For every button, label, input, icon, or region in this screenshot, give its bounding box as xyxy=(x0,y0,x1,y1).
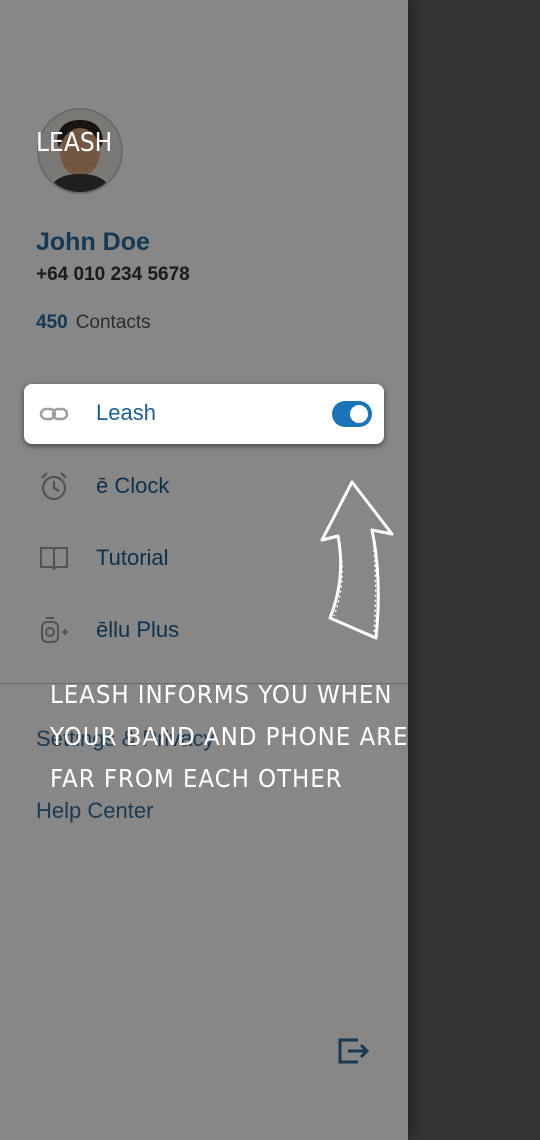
ellu-plus-icon xyxy=(41,617,68,643)
coach-line: FAR FROM EACH OTHER xyxy=(50,764,343,793)
menu-item-label: Tutorial xyxy=(96,545,169,570)
toggle-knob xyxy=(350,405,368,423)
contacts-summary[interactable]: 450 Contacts xyxy=(36,312,151,334)
book-icon xyxy=(40,547,68,571)
coach-message: LEASH INFORMS YOU WHEN YOUR BAND AND PHO… xyxy=(50,674,436,800)
help-center-link[interactable]: Help Center xyxy=(36,798,153,824)
contacts-label: Contacts xyxy=(75,312,151,333)
coach-title: LEASH xyxy=(36,128,113,158)
user-phone: +64 010 234 5678 xyxy=(36,264,190,285)
alarm-clock-icon xyxy=(41,472,67,501)
menu-item-label: ē Clock xyxy=(96,473,170,498)
hand-drawn-arrow-icon xyxy=(320,480,394,640)
main-content-dimmed[interactable] xyxy=(408,0,540,1140)
user-name: John Doe xyxy=(36,228,150,256)
highlighted-leash-label: Leash xyxy=(96,400,156,425)
menu-item-label: ēllu Plus xyxy=(96,617,180,642)
coach-line: YOUR BAND AND PHONE ARE xyxy=(50,722,409,751)
coach-line: LEASH INFORMS YOU WHEN xyxy=(50,680,393,709)
logout-icon[interactable] xyxy=(336,1034,370,1068)
highlighted-leash-toggle[interactable] xyxy=(332,401,372,427)
highlighted-leash-item[interactable]: Leash xyxy=(24,384,384,444)
link-icon xyxy=(39,407,69,421)
contacts-count: 450 xyxy=(36,312,68,333)
